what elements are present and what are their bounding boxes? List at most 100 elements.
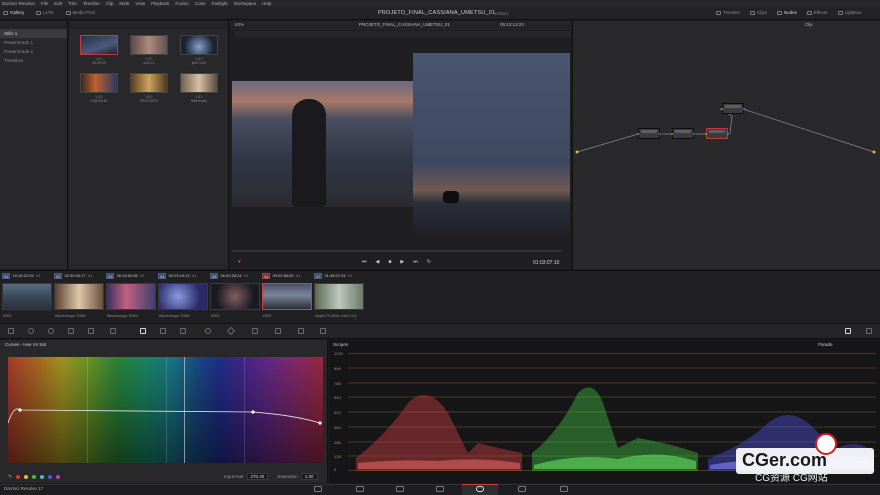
clip-thumbnail[interactable] (314, 283, 364, 310)
album-stills-1[interactable]: Stills 1 (0, 29, 67, 38)
clip-thumbnail-selected[interactable] (262, 283, 312, 310)
luts-button[interactable]: LUTs (36, 10, 54, 15)
swatch-red[interactable] (16, 475, 21, 479)
color-warper-icon[interactable] (160, 328, 166, 334)
rgb-mixer-icon[interactable] (88, 328, 94, 334)
color-wheels-icon[interactable] (48, 328, 54, 334)
color-node-selected[interactable] (705, 128, 729, 139)
menu-playback[interactable]: Playback (151, 0, 169, 7)
menu-file[interactable]: File (41, 0, 48, 7)
color-match-icon[interactable] (28, 328, 34, 334)
window-icon[interactable] (205, 328, 211, 334)
album-timelines[interactable]: Timelines (0, 56, 67, 65)
scrubber-bar[interactable] (232, 250, 562, 252)
curves-icon[interactable] (140, 328, 146, 334)
swatch-green[interactable] (32, 475, 37, 479)
still-label: 1.5.1 KQ6S3L4K (90, 95, 108, 103)
key-icon[interactable] (298, 328, 304, 334)
still-thumbnail[interactable] (130, 73, 168, 93)
luts-icon (36, 10, 42, 15)
clip-codec-label: Blackmagic RAW (55, 313, 86, 318)
clip-thumbnail[interactable] (106, 283, 156, 310)
color-node[interactable] (671, 128, 695, 139)
nodes-button[interactable]: Nodes (776, 10, 797, 15)
still-thumbnail[interactable] (180, 35, 218, 55)
stop-icon[interactable]: ■ (388, 259, 391, 265)
gallery-button[interactable]: Gallery (3, 10, 24, 15)
clip-header: 01 19:15:22:25 V1 (2, 272, 41, 279)
clip-thumbnail[interactable] (2, 283, 52, 310)
clip-header: 05 05:20:28:24 V1 (210, 272, 249, 279)
menu-fusion[interactable]: Fusion (175, 0, 189, 7)
color-node[interactable] (721, 103, 745, 114)
edit-page-icon[interactable] (396, 486, 404, 492)
clip-codec-label: Blackmagic RAW (107, 313, 138, 318)
scope-scale: 512 (334, 410, 341, 415)
scopes-icon[interactable] (845, 328, 851, 334)
zoom-dropdown[interactable]: 63% (235, 22, 244, 27)
eyedropper-icon[interactable]: ✎ (8, 474, 12, 480)
media-page-icon[interactable] (314, 486, 322, 492)
swatch-blue[interactable] (48, 475, 53, 479)
album-list-header (0, 21, 67, 29)
motion-effects-icon[interactable] (110, 328, 116, 334)
menu-timeline[interactable]: Timeline (83, 0, 100, 7)
menu-workspace[interactable]: Workspace (234, 0, 256, 7)
sizing-icon[interactable] (320, 328, 326, 334)
album-powergrade-1[interactable]: PowerGrade 1 (0, 38, 67, 47)
magic-mask-icon[interactable] (252, 328, 258, 334)
menu-fairlight[interactable]: Fairlight (212, 0, 228, 7)
deliver-page-icon[interactable] (560, 486, 568, 492)
fairlight-page-icon[interactable] (518, 486, 526, 492)
lightbox-button[interactable]: Lightbox (837, 10, 862, 15)
gallery-grab-icon[interactable]: ♥ (238, 259, 241, 265)
fusion-page-icon[interactable] (436, 486, 444, 492)
toolbar-left: Gallery LUTs Media Pool (3, 10, 95, 15)
menu-view[interactable]: View (135, 0, 145, 7)
menu-edit[interactable]: Edit (54, 0, 62, 7)
swatch-yellow[interactable] (24, 475, 29, 479)
menu-color[interactable]: Color (195, 0, 206, 7)
swatch-cyan[interactable] (40, 475, 45, 479)
info-icon[interactable] (866, 328, 872, 334)
skip-start-icon[interactable]: ⏮ (362, 259, 367, 265)
album-powergrade-2[interactable]: PowerGrade 2 (0, 47, 67, 56)
menu-clip[interactable]: Clip (106, 0, 114, 7)
clip-thumbnail[interactable] (210, 283, 260, 310)
hdr-icon[interactable] (68, 328, 74, 334)
play-icon[interactable]: ▶ (400, 259, 404, 265)
curves-title: Curves - Hue Vs Sat (5, 342, 47, 347)
color-node[interactable] (637, 128, 661, 139)
timeline-button[interactable]: Timeline (716, 10, 740, 15)
still-thumbnail[interactable] (180, 73, 218, 93)
silhouette-figure (292, 99, 326, 207)
clip-thumbnail[interactable] (54, 283, 104, 310)
cut-page-icon[interactable] (356, 486, 364, 492)
scope-scale: 256 (334, 440, 341, 445)
qualifier-icon[interactable] (180, 328, 186, 334)
saturation-field[interactable]: 1.00 (300, 473, 318, 480)
effects-button[interactable]: Effects (806, 10, 828, 15)
color-page-icon[interactable] (476, 486, 484, 492)
viewer-tool-strip (235, 31, 571, 38)
menu-trim[interactable]: Trim (68, 0, 77, 7)
clip-thumbnail[interactable] (158, 283, 208, 310)
still-thumbnail[interactable] (130, 35, 168, 55)
loop-icon[interactable]: ↻ (427, 259, 431, 265)
scope-scale: 896 (334, 366, 341, 371)
still-thumbnail[interactable] (80, 73, 118, 93)
swatch-magenta[interactable] (56, 475, 61, 479)
media-pool-button[interactable]: Media Pool (65, 10, 95, 15)
skip-end-icon[interactable]: ⏭ (413, 259, 418, 265)
clips-button[interactable]: Clips (749, 10, 767, 15)
menu-mark[interactable]: Mark (119, 0, 129, 7)
blur-icon[interactable] (275, 328, 281, 334)
rewind-icon[interactable]: ◀ (376, 259, 380, 265)
scope-mode-dropdown[interactable]: Parade (818, 342, 833, 347)
input-hue-field[interactable]: 270.40 (246, 473, 269, 480)
menu-app[interactable]: DaVinci Resolve (2, 0, 35, 7)
scope-scale: 128 (334, 454, 341, 459)
camera-raw-icon[interactable] (8, 328, 14, 334)
still-thumbnail[interactable] (80, 35, 118, 55)
menu-help[interactable]: Help (262, 0, 271, 7)
